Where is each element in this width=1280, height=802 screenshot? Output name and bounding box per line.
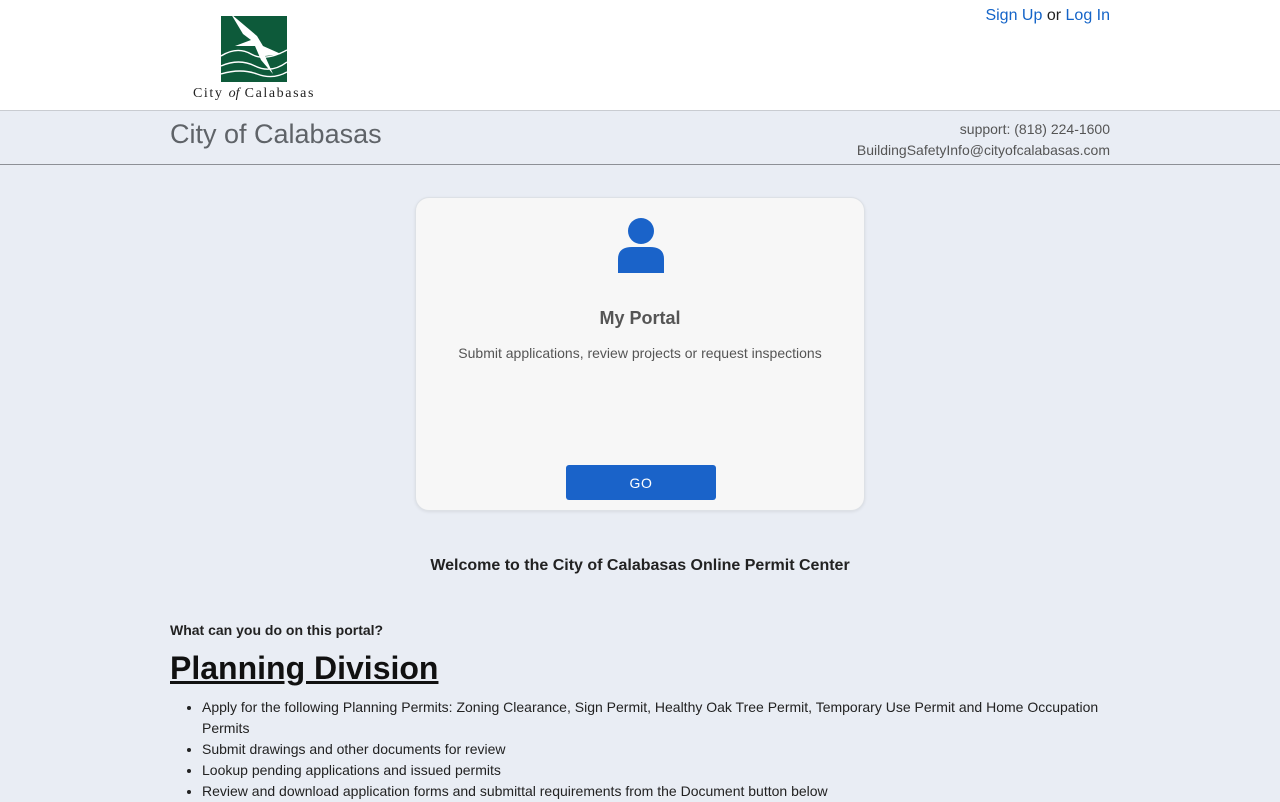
city-logo[interactable]: City of Calabasas bbox=[170, 4, 338, 104]
logo-name-word: Calabasas bbox=[244, 86, 316, 101]
feature-list: Apply for the following Planning Permits… bbox=[202, 697, 1102, 802]
list-item: Review and download application forms an… bbox=[202, 781, 1102, 802]
card-title: My Portal bbox=[599, 308, 681, 328]
portal-question: What can you do on this portal? bbox=[170, 622, 384, 638]
list-item: Submit drawings and other documents for … bbox=[202, 739, 1102, 760]
auth-links: Sign Up or Log In bbox=[985, 7, 1110, 25]
user-icon bbox=[616, 217, 666, 273]
sub-header: City of Calabasas support: (818) 224-160… bbox=[0, 111, 1280, 165]
logo-wordmark: City of Calabasas bbox=[170, 86, 338, 102]
my-portal-card: My Portal Submit applications, review pr… bbox=[415, 197, 865, 511]
contact-info: support: (818) 224-1600 BuildingSafetyIn… bbox=[857, 119, 1110, 161]
support-phone: support: (818) 224-1600 bbox=[959, 121, 1110, 137]
division-title: Planning Division bbox=[170, 650, 439, 686]
logo-city-word: City bbox=[192, 86, 224, 101]
support-email: BuildingSafetyInfo@cityofcalabasas.com bbox=[856, 142, 1110, 158]
auth-separator: or bbox=[1046, 7, 1062, 24]
top-bar: City of Calabasas Sign Up or Log In bbox=[0, 0, 1280, 111]
log-in-link[interactable]: Log In bbox=[1066, 7, 1110, 24]
list-item: Lookup pending applications and issued p… bbox=[202, 760, 1102, 781]
welcome-heading: Welcome to the City of Calabasas Online … bbox=[430, 557, 850, 574]
list-item: Apply for the following Planning Permits… bbox=[202, 697, 1102, 739]
card-description: Submit applications, review projects or … bbox=[458, 345, 822, 361]
hawk-emblem-icon bbox=[221, 16, 287, 82]
page-title: City of Calabasas bbox=[170, 119, 382, 149]
go-button[interactable]: GO bbox=[566, 465, 716, 500]
logo-of-word: of bbox=[228, 86, 240, 101]
sign-up-link[interactable]: Sign Up bbox=[985, 7, 1042, 24]
